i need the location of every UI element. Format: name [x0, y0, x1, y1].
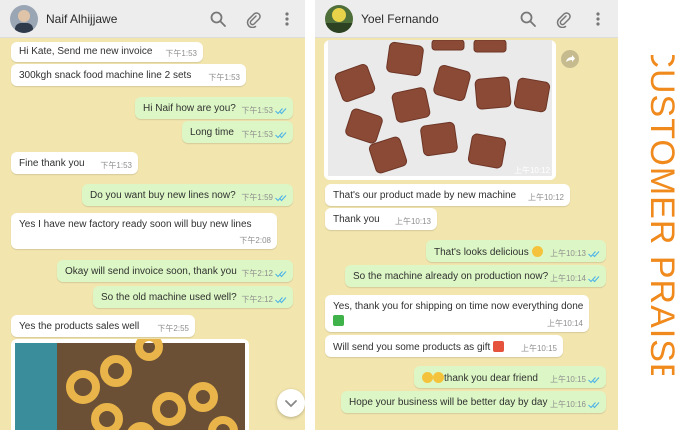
snack-rings-image: [15, 339, 245, 430]
read-ticks-icon: [275, 194, 287, 201]
contact-name[interactable]: Naif Alhijjawe: [46, 12, 117, 26]
message-time: 下午2:55: [157, 324, 189, 333]
message-text: thank you dear friend: [422, 372, 538, 384]
message-bubble: Hi Kate, Send me new invoice 下午1:53: [11, 42, 203, 62]
message-bubble: Yes the products sales well 下午2:55: [11, 315, 195, 337]
message-text: Hi Naif how are you?: [143, 103, 236, 114]
message-time: 上午10:14: [550, 273, 600, 284]
message-time: 下午2:12: [241, 268, 287, 279]
message-text: Hope your business will be better day by…: [349, 397, 548, 408]
read-ticks-icon: [588, 275, 600, 282]
message-bubble: thank you dear friend 上午10:15: [414, 366, 606, 388]
message-text: 300kgh snack food machine line 2 sets: [19, 70, 192, 81]
message-bubble: Long time 下午1:53: [182, 121, 293, 143]
read-ticks-icon: [588, 250, 600, 257]
message-time: 上午10:16: [550, 399, 600, 410]
search-icon[interactable]: [519, 10, 537, 28]
message-text: So the machine already on production now…: [353, 271, 549, 282]
message-text: Thank you: [333, 214, 380, 225]
smile-emoji-icon: [531, 246, 543, 257]
message-time: 下午1:53: [165, 49, 197, 58]
message-text: Will send you some products as gift: [333, 341, 505, 353]
message-time: 下午1:53: [241, 129, 287, 140]
message-time: 下午1:53: [100, 161, 132, 170]
message-text: Yes, thank you for shipping on time now …: [333, 301, 584, 312]
message-text: That's our product made by new machine: [333, 190, 517, 201]
message-text: Long time: [190, 127, 234, 138]
more-vertical-icon[interactable]: [278, 10, 296, 28]
paperclip-icon[interactable]: [244, 10, 262, 28]
product-photo[interactable]: 上午10:12: [324, 40, 556, 180]
message-bubble: Do you want buy new lines now? 下午1:59: [82, 184, 293, 206]
chevron-down-icon: [285, 400, 297, 408]
contact-avatar[interactable]: [10, 5, 38, 33]
message-text: Hi Kate, Send me new invoice: [19, 46, 153, 57]
message-bubble: Yes I have new factory ready soon will b…: [11, 213, 277, 249]
message-time: 上午10:14: [546, 319, 583, 328]
read-ticks-icon: [275, 270, 287, 277]
message-time: 上午10:15: [550, 374, 600, 385]
chat-window-right: Yoel Fernando 上午10:12 That's our product…: [315, 0, 618, 430]
message-text: So the old machine used well?: [101, 292, 237, 303]
paperclip-icon[interactable]: [554, 10, 572, 28]
chat-window-left: Naif Alhijjawe Hi Kate, Send me new invo…: [0, 0, 305, 430]
message-bubble: Hope your business will be better day by…: [341, 391, 606, 413]
read-ticks-icon: [275, 131, 287, 138]
message-bubble: Okay will send invoice soon, thank you 下…: [57, 260, 293, 282]
message-bubble: Hi Naif how are you? 下午1:53: [135, 97, 293, 119]
smile-emoji-icon: [422, 372, 433, 383]
message-time: 上午10:15: [520, 344, 557, 353]
message-bubble: 300kgh snack food machine line 2 sets 下午…: [11, 64, 246, 86]
check-mark-emoji-icon: [333, 315, 344, 326]
message-bubble: That's looks delicious 上午10:13: [426, 240, 606, 262]
message-text: Yes I have new factory ready soon will b…: [19, 219, 252, 230]
product-photo[interactable]: [11, 339, 249, 430]
message-text: Yes the products sales well: [19, 321, 140, 332]
search-icon[interactable]: [209, 10, 227, 28]
message-bubble: Will send you some products as gift 上午10…: [325, 335, 563, 357]
snack-pillows-image: [328, 40, 552, 176]
chat-header: Yoel Fernando: [315, 0, 618, 38]
message-bubble: Yes, thank you for shipping on time now …: [325, 295, 589, 332]
message-bubble: That's our product made by new machine 上…: [325, 184, 570, 206]
read-ticks-icon: [275, 296, 287, 303]
share-icon: [566, 55, 575, 62]
read-ticks-icon: [588, 376, 600, 383]
share-button[interactable]: [561, 50, 579, 68]
read-ticks-icon: [275, 107, 287, 114]
message-time: 上午10:13: [550, 248, 600, 259]
chat-header: Naif Alhijjawe: [0, 0, 305, 38]
message-text: Do you want buy new lines now?: [90, 190, 236, 201]
smile-emoji-icon: [433, 372, 444, 383]
message-time: 上午10:13: [394, 217, 431, 226]
message-bubble: Fine thank you 下午1:53: [11, 152, 138, 174]
message-time: 下午1:53: [241, 105, 287, 116]
read-ticks-icon: [588, 401, 600, 408]
message-bubble: So the old machine used well? 下午2:12: [93, 286, 293, 308]
scroll-down-button[interactable]: [277, 389, 305, 417]
message-time: 下午2:12: [241, 294, 287, 305]
message-time: 下午1:53: [208, 73, 240, 82]
contact-name[interactable]: Yoel Fernando: [361, 12, 439, 26]
customer-praise-caption: CUSTOMER PRAISE: [643, 55, 681, 375]
contact-avatar[interactable]: [325, 5, 353, 33]
message-bubble: So the machine already on production now…: [345, 265, 606, 287]
message-bubble: Thank you 上午10:13: [325, 208, 437, 230]
photo-time: 上午10:12: [513, 166, 550, 175]
message-text: Fine thank you: [19, 158, 85, 169]
more-vertical-icon[interactable]: [589, 10, 607, 28]
gift-emoji-icon: [493, 341, 505, 352]
message-time: 上午10:12: [527, 193, 564, 202]
side-caption-text: CUSTOMER PRAISE: [643, 55, 681, 375]
message-text: That's looks delicious: [434, 246, 543, 258]
message-time: 下午1:59: [241, 192, 287, 203]
message-text: Okay will send invoice soon, thank you: [65, 266, 237, 277]
message-time: 下午2:08: [239, 236, 271, 245]
